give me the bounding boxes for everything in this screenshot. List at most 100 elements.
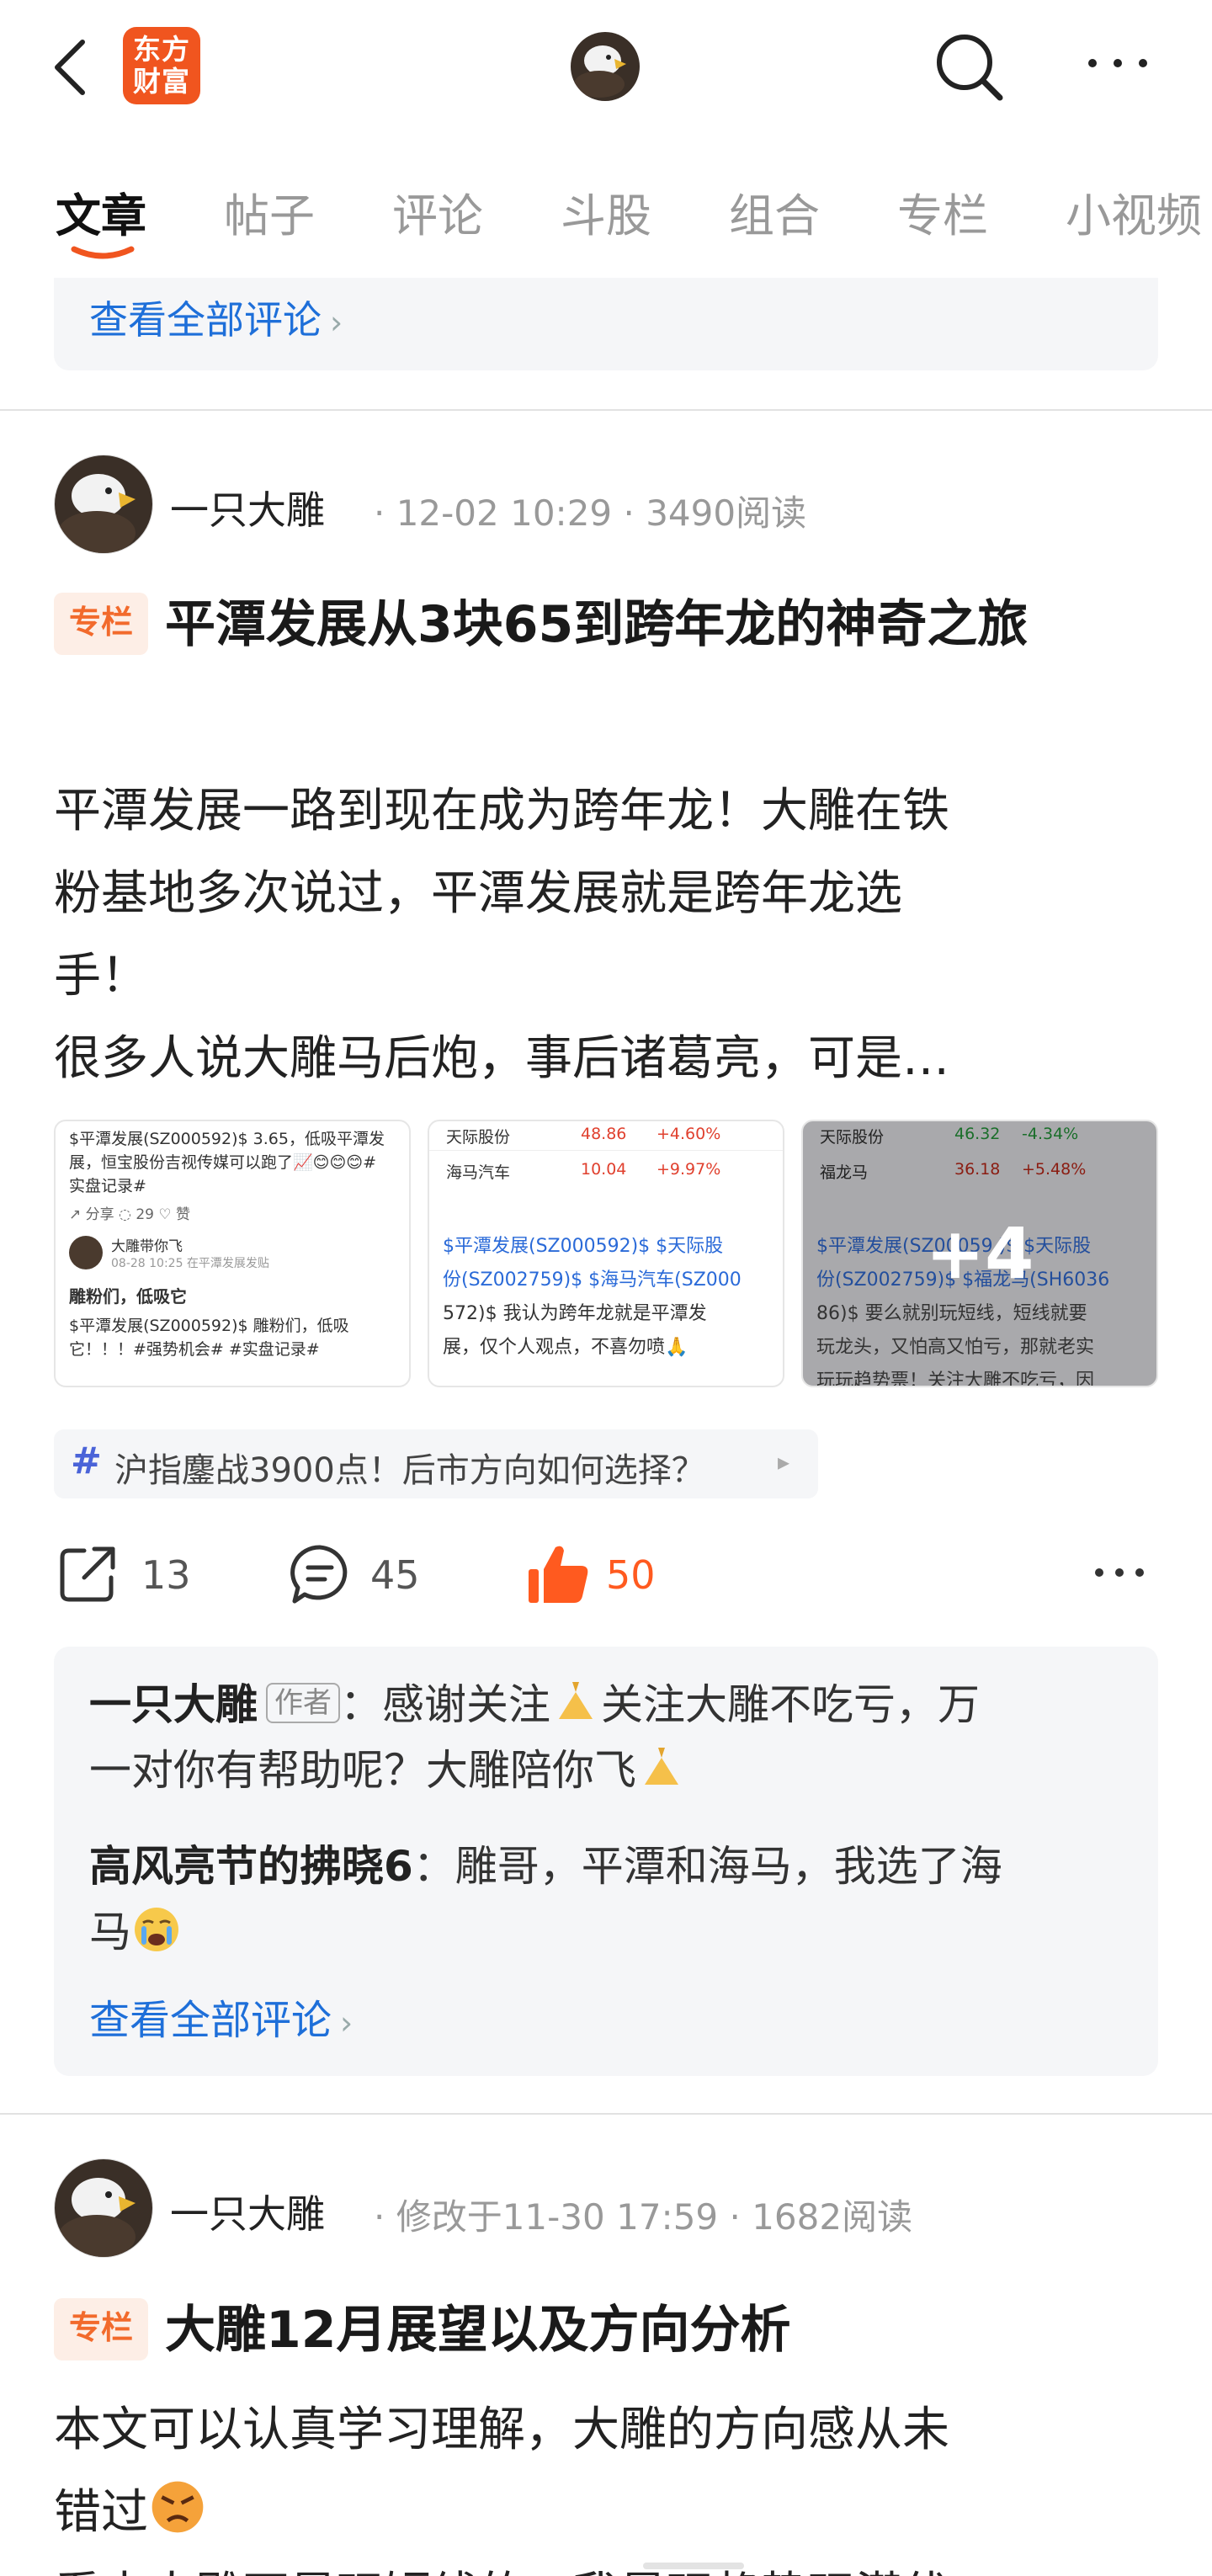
body-line: 错过 xyxy=(54,2472,1165,2554)
post-body[interactable]: 平潭发展一路到现在成为跨年龙！大雕在铁 粉基地多次说过，平潭发展就是跨年龙选 手… xyxy=(54,770,1165,1100)
thumb-avatar xyxy=(69,1236,103,1269)
share-icon[interactable] xyxy=(54,1541,121,1608)
eagle-avatar-icon xyxy=(55,2159,152,2257)
body-line: 平潭发展一路到现在成为跨年龙！大雕在铁 xyxy=(54,784,949,838)
comment-item[interactable]: 高风亮节的拂晓6：雕哥，平潭和海马，我选了海马 xyxy=(89,1834,1133,1965)
thumb-text: 展，恒宝股份吉视传媒可以跑了📈😊😊😊# xyxy=(69,1153,376,1172)
post-title-text: 大雕12月展望以及方向分析 xyxy=(165,2301,791,2360)
author-name[interactable]: 一只大雕 xyxy=(170,480,325,535)
thumb-user-meta: 08-28 10:25 在平潭发展发贴 xyxy=(111,1257,269,1270)
tab-comments[interactable]: 评论 xyxy=(392,178,483,245)
thumb-text: 572)$ 我认为跨年龙就是平潭发 xyxy=(443,1303,707,1324)
topic-text: 沪指鏖战3900点！后市方向如何选择？ xyxy=(114,1451,705,1490)
share-count: 13 xyxy=(141,1552,191,1598)
thumb-action-row: ↗ 分享 ◌ 29 ♡ 赞 xyxy=(69,1206,191,1223)
topic-chip[interactable]: # 沪指鏖战3900点！后市方向如何选择？ ▸ xyxy=(54,1429,818,1498)
post-image-2[interactable]: 天际股份 48.86 +4.60% 海马汽车 10.04 +9.97% $平潭发… xyxy=(428,1120,784,1387)
section-divider xyxy=(0,409,1212,411)
angry-face-emoji-icon xyxy=(152,2481,204,2533)
app-screen: 东方 财富 文章 帖子 评论 斗股 组合 专栏 小视频 查看全部评论 › 一只大… xyxy=(0,0,1212,2576)
eagle-avatar-icon xyxy=(571,32,640,101)
thumb-text: 份(SZ002759)$ $海马汽车(SZ000 xyxy=(443,1269,742,1291)
column-badge: 专栏 xyxy=(54,2298,149,2360)
tab-stock-battle[interactable]: 斗股 xyxy=(561,178,651,245)
top-bar: 东方 财富 xyxy=(0,0,1212,135)
comment-text: 一对你有帮助呢？大雕陪你飞 xyxy=(89,1746,636,1795)
category-tabs: 文章 帖子 评论 斗股 组合 专栏 小视频 xyxy=(0,168,1212,261)
post-date: 12-02 10:29 xyxy=(396,492,613,534)
stock-name: 海马汽车 xyxy=(446,1163,511,1182)
stock-name: 天际股份 xyxy=(446,1128,511,1147)
comment-text: 关注大雕不吃亏，万 xyxy=(601,1680,980,1729)
like-count: 50 xyxy=(606,1552,656,1598)
thumb-text: 实盘记录# xyxy=(69,1177,146,1195)
thumb-user: 大雕带你飞 xyxy=(111,1238,183,1255)
view-all-comments-link[interactable]: 查看全部评论 › xyxy=(89,290,343,345)
thumb-text: $平潭发展(SZ000592)$ 3.65，低吸平潭发 xyxy=(69,1130,385,1148)
stock-change: +4.60% xyxy=(656,1125,721,1143)
more-options-icon[interactable] xyxy=(1092,1562,1146,1583)
praying-hands-emoji-icon xyxy=(645,1748,678,1785)
post-title-text: 平潭发展从3块65到跨年龙的神奇之旅 xyxy=(165,595,1029,654)
column-badge: 专栏 xyxy=(54,593,149,655)
hashtag-icon: # xyxy=(71,1440,102,1482)
tab-portfolio[interactable]: 组合 xyxy=(729,178,820,245)
post-date: 修改于11-30 17:59 xyxy=(396,2196,719,2238)
chevron-right-icon: › xyxy=(330,304,343,341)
tab-posts[interactable]: 帖子 xyxy=(224,178,315,245)
post-actions: 13 45 50 xyxy=(0,1541,1212,1608)
praying-hands-emoji-icon xyxy=(559,1682,593,1719)
search-icon[interactable] xyxy=(931,29,1007,104)
comments-preview: 一只大雕 作者 ：感谢关注 关注大雕不吃亏，万 一对你有帮助呢？大雕陪你飞 高风亮节的拂… xyxy=(54,1647,1158,2076)
author-name[interactable]: 一只大雕 xyxy=(170,2184,325,2239)
comment-count: 45 xyxy=(370,1552,420,1598)
post-meta: · 修改于11-30 17:59 · 1682阅读 xyxy=(374,2196,913,2238)
commenter-name[interactable]: 高风亮节的拂晓6 xyxy=(89,1842,413,1891)
post-body[interactable]: 本文可以认真学习理解，大雕的方向感从未 错过 看中大雕不是玩短线的，我是玩趋势玩… xyxy=(54,2389,1165,2576)
more-icon[interactable] xyxy=(1086,51,1150,76)
tab-column[interactable]: 专栏 xyxy=(897,178,988,245)
section-divider xyxy=(0,2113,1212,2115)
author-avatar-header[interactable] xyxy=(571,32,640,101)
post-title[interactable]: 专栏 大雕12月展望以及方向分析 xyxy=(54,2286,1156,2374)
post-header: 一只大雕 · 修改于11-30 17:59 · 1682阅读 xyxy=(54,2158,1165,2259)
back-icon[interactable] xyxy=(49,34,99,101)
logo-text-top: 东方 xyxy=(133,33,190,66)
more-images-count: +4 xyxy=(925,1212,1034,1295)
eagle-avatar-icon xyxy=(55,455,152,553)
chevron-right-icon: › xyxy=(340,2004,354,2041)
read-count: 3490阅读 xyxy=(646,492,807,534)
stock-price: 10.04 xyxy=(581,1160,627,1179)
read-count: 1682阅读 xyxy=(752,2196,913,2238)
post-title[interactable]: 专栏 平潭发展从3块65到跨年龙的神奇之旅 xyxy=(54,581,1156,668)
body-line: 很多人说大雕马后炮，事后诸葛亮，可是… xyxy=(54,1031,949,1086)
post-meta: · 12-02 10:29 · 3490阅读 xyxy=(374,492,807,534)
logo-text-bottom: 财富 xyxy=(133,65,190,98)
app-logo[interactable]: 东方 财富 xyxy=(123,27,200,104)
commenter-name[interactable]: 一只大雕 xyxy=(89,1680,258,1729)
tab-short-video[interactable]: 小视频 xyxy=(1066,178,1202,245)
view-all-comments-label: 查看全部评论 xyxy=(89,297,322,343)
body-line: 本文可以认真学习理解，大雕的方向感从未 xyxy=(54,2403,949,2457)
body-line: 粉基地多次说过，平潭发展就是跨年龙选 xyxy=(54,866,902,921)
author-avatar[interactable] xyxy=(54,455,153,554)
play-arrow-icon: ▸ xyxy=(778,1448,790,1476)
active-tab-indicator xyxy=(71,246,135,259)
post-image-1[interactable]: $平潭发展(SZ000592)$ 3.65，低吸平潭发 展，恒宝股份吉视传媒可以… xyxy=(54,1120,411,1387)
body-line: 看中大雕不是玩短线的，我是玩趋势玩潜伏 xyxy=(54,2554,1165,2576)
view-all-comments-label: 查看全部评论 xyxy=(89,1997,332,2044)
view-all-comments-link[interactable]: 查看全部评论 › xyxy=(89,1987,353,2046)
comment-icon[interactable] xyxy=(286,1541,354,1608)
body-line: 手！ xyxy=(54,949,148,1003)
scroll-indicator xyxy=(643,2563,744,2569)
post-image-3[interactable]: 天际股份 46.32 -4.34% 福龙马 36.18 +5.48% $平潭发展… xyxy=(801,1120,1158,1387)
comment-item[interactable]: 一只大雕 作者 ：感谢关注 关注大雕不吃亏，万 一对你有帮助呢？大雕陪你飞 xyxy=(89,1672,1133,1803)
stock-price: 48.86 xyxy=(581,1125,627,1143)
thumbs-up-icon[interactable] xyxy=(525,1541,593,1608)
tab-articles[interactable]: 文章 xyxy=(56,178,146,245)
author-tag: 作者 xyxy=(266,1683,340,1723)
thumb-headline: 雕粉们，低吸它 xyxy=(69,1286,187,1307)
thumb-text: 展，仅个人观点，不喜勿喷🙏 xyxy=(443,1337,688,1358)
previous-comment-box: 查看全部评论 › xyxy=(54,278,1158,370)
author-avatar[interactable] xyxy=(54,2158,153,2258)
